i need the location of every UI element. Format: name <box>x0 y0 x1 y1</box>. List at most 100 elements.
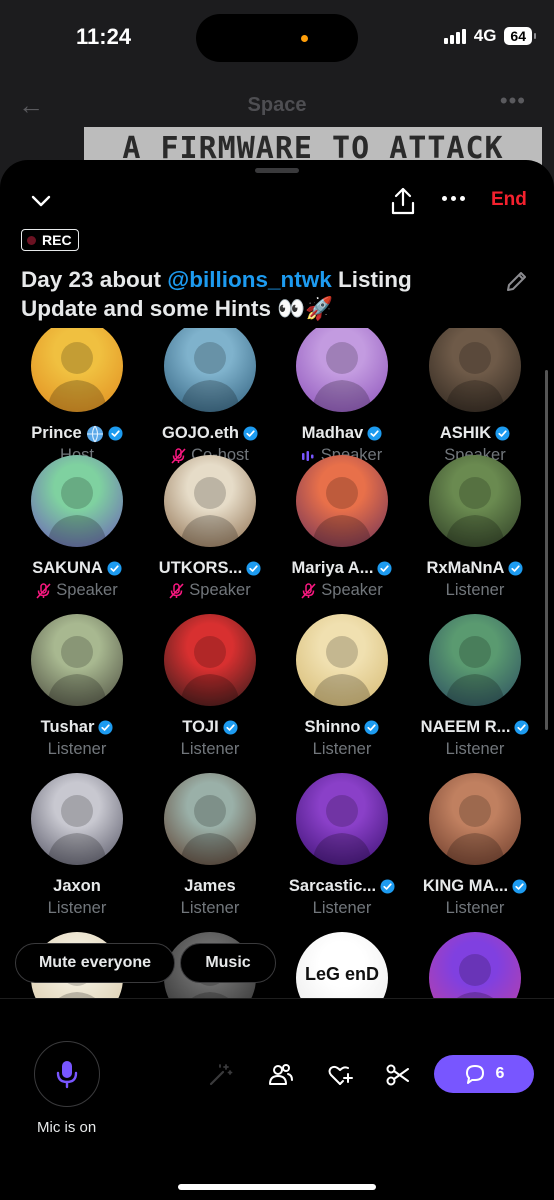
rec-dot-icon <box>27 235 36 245</box>
mic-muted-icon <box>301 582 316 599</box>
verified-badge-icon <box>495 426 510 441</box>
verified-badge-icon <box>223 720 238 735</box>
participant-role: Listener <box>12 740 142 759</box>
participant-name: Tushar <box>12 718 142 737</box>
share-icon[interactable] <box>390 186 416 216</box>
chevron-down-icon[interactable] <box>30 190 52 212</box>
clock: 11:24 <box>76 24 132 49</box>
avatar[interactable] <box>296 773 388 865</box>
avatar[interactable] <box>296 455 388 547</box>
mute-everyone-button[interactable]: Mute everyone <box>15 943 175 983</box>
people-icon[interactable] <box>267 1061 295 1089</box>
verified-badge-icon <box>98 720 113 735</box>
participant-name-text: RxMaNnA <box>426 559 505 577</box>
participant-role-text: Listener <box>180 740 240 758</box>
participant-role-text: Listener <box>445 899 505 917</box>
avatar[interactable] <box>429 455 521 547</box>
globe-icon <box>86 425 103 442</box>
avatar[interactable] <box>31 328 123 412</box>
rec-label: REC <box>42 232 72 248</box>
space-title: Day 23 about @billions_ntwk Listing Upda… <box>21 265 461 323</box>
avatar[interactable]: LeG enD <box>296 932 388 998</box>
avatar[interactable] <box>429 932 521 998</box>
verified-badge-icon <box>107 561 122 576</box>
participant-role: Listener <box>12 899 142 918</box>
participant-name-text: Mariya A... <box>291 559 374 577</box>
verified-badge-icon <box>246 561 261 576</box>
end-space-button[interactable]: End <box>491 189 527 211</box>
avatar[interactable] <box>164 328 256 412</box>
participant-name-text: KING MA... <box>422 877 509 895</box>
verified-badge-icon <box>377 561 392 576</box>
sheet-grabber[interactable] <box>255 168 299 173</box>
avatar-logo-text: LeG enD <box>304 964 379 984</box>
participant-name-text: Prince <box>31 424 82 442</box>
participant-name: SAKUNA <box>12 559 142 578</box>
verified-badge-icon <box>514 720 529 735</box>
participant-grid: PrinceHostGOJO.ethCo-hostMadhavSpeakerAS… <box>0 328 554 998</box>
avatar[interactable] <box>164 614 256 706</box>
participant-name: NAEEM R... <box>410 718 540 737</box>
avatar[interactable] <box>429 614 521 706</box>
speaking-wave-icon <box>301 450 314 461</box>
page-title: Space <box>247 94 307 116</box>
participant-role: Speaker <box>12 581 142 600</box>
comments-button[interactable]: 6 <box>434 1055 534 1093</box>
participant-name-text: Jaxon <box>53 877 101 895</box>
avatar[interactable] <box>429 328 521 412</box>
bottom-toolbar: Mic is on 6 <box>0 998 554 1200</box>
participant-name-text: Shinno <box>304 718 361 736</box>
participant-role-text: Listener <box>312 740 372 758</box>
dynamic-island <box>196 14 358 62</box>
status-icons: 4G 64 <box>443 26 536 46</box>
recording-dot <box>301 35 308 42</box>
battery-icon: 64 <box>504 27 536 45</box>
more-icon[interactable]: ••• <box>500 88 526 114</box>
heart-plus-icon[interactable] <box>326 1061 354 1089</box>
participant-role: Speaker <box>145 581 275 600</box>
participant-name: KING MA... <box>410 877 540 896</box>
avatar[interactable] <box>164 455 256 547</box>
home-indicator[interactable] <box>178 1184 376 1190</box>
title-mention-link[interactable]: @billions_ntwk <box>167 267 331 292</box>
participant-role: Listener <box>410 740 540 759</box>
verified-badge-icon <box>364 720 379 735</box>
participant-role: Speaker <box>277 581 407 600</box>
participant-name-text: NAEEM R... <box>420 718 511 736</box>
avatar[interactable] <box>31 614 123 706</box>
avatar[interactable] <box>429 773 521 865</box>
avatar[interactable] <box>164 773 256 865</box>
participant-name: Madhav <box>277 424 407 443</box>
participant-role-text: Listener <box>445 740 505 758</box>
avatar[interactable] <box>31 455 123 547</box>
participant-name: Mariya A... <box>277 559 407 578</box>
status-bar: 11:24 4G 64 <box>0 0 554 76</box>
edit-pencil-icon[interactable] <box>504 268 530 294</box>
clip-scissors-icon[interactable] <box>384 1061 412 1089</box>
network-type: 4G <box>473 26 497 45</box>
participant-name: UTKORS... <box>145 559 275 578</box>
avatar[interactable] <box>31 773 123 865</box>
participant-role: Listener <box>277 899 407 918</box>
comment-count: 6 <box>495 1065 505 1082</box>
participant-name-text: Tushar <box>40 718 95 736</box>
chat-bubble-icon <box>465 1065 484 1084</box>
participant-role-text: Speaker <box>321 581 383 599</box>
avatar[interactable] <box>296 614 388 706</box>
magic-wand-icon[interactable] <box>206 1061 234 1089</box>
participant-name: RxMaNnA <box>410 559 540 578</box>
participant-role-text: Speaker <box>56 581 118 599</box>
scrollbar[interactable] <box>545 370 548 730</box>
participant-role: Listener <box>410 581 540 600</box>
avatar[interactable] <box>296 328 388 412</box>
participant-name: Shinno <box>277 718 407 737</box>
more-options-icon[interactable] <box>442 196 465 201</box>
verified-badge-icon <box>512 879 527 894</box>
participant-role-text: Listener <box>445 581 505 599</box>
mic-toggle-button[interactable] <box>34 1041 100 1107</box>
participant-role: Listener <box>277 740 407 759</box>
participant-name: Sarcastic... <box>277 877 407 896</box>
music-button[interactable]: Music <box>180 943 276 983</box>
recording-badge: REC <box>21 229 79 251</box>
signal-icon <box>443 28 466 44</box>
